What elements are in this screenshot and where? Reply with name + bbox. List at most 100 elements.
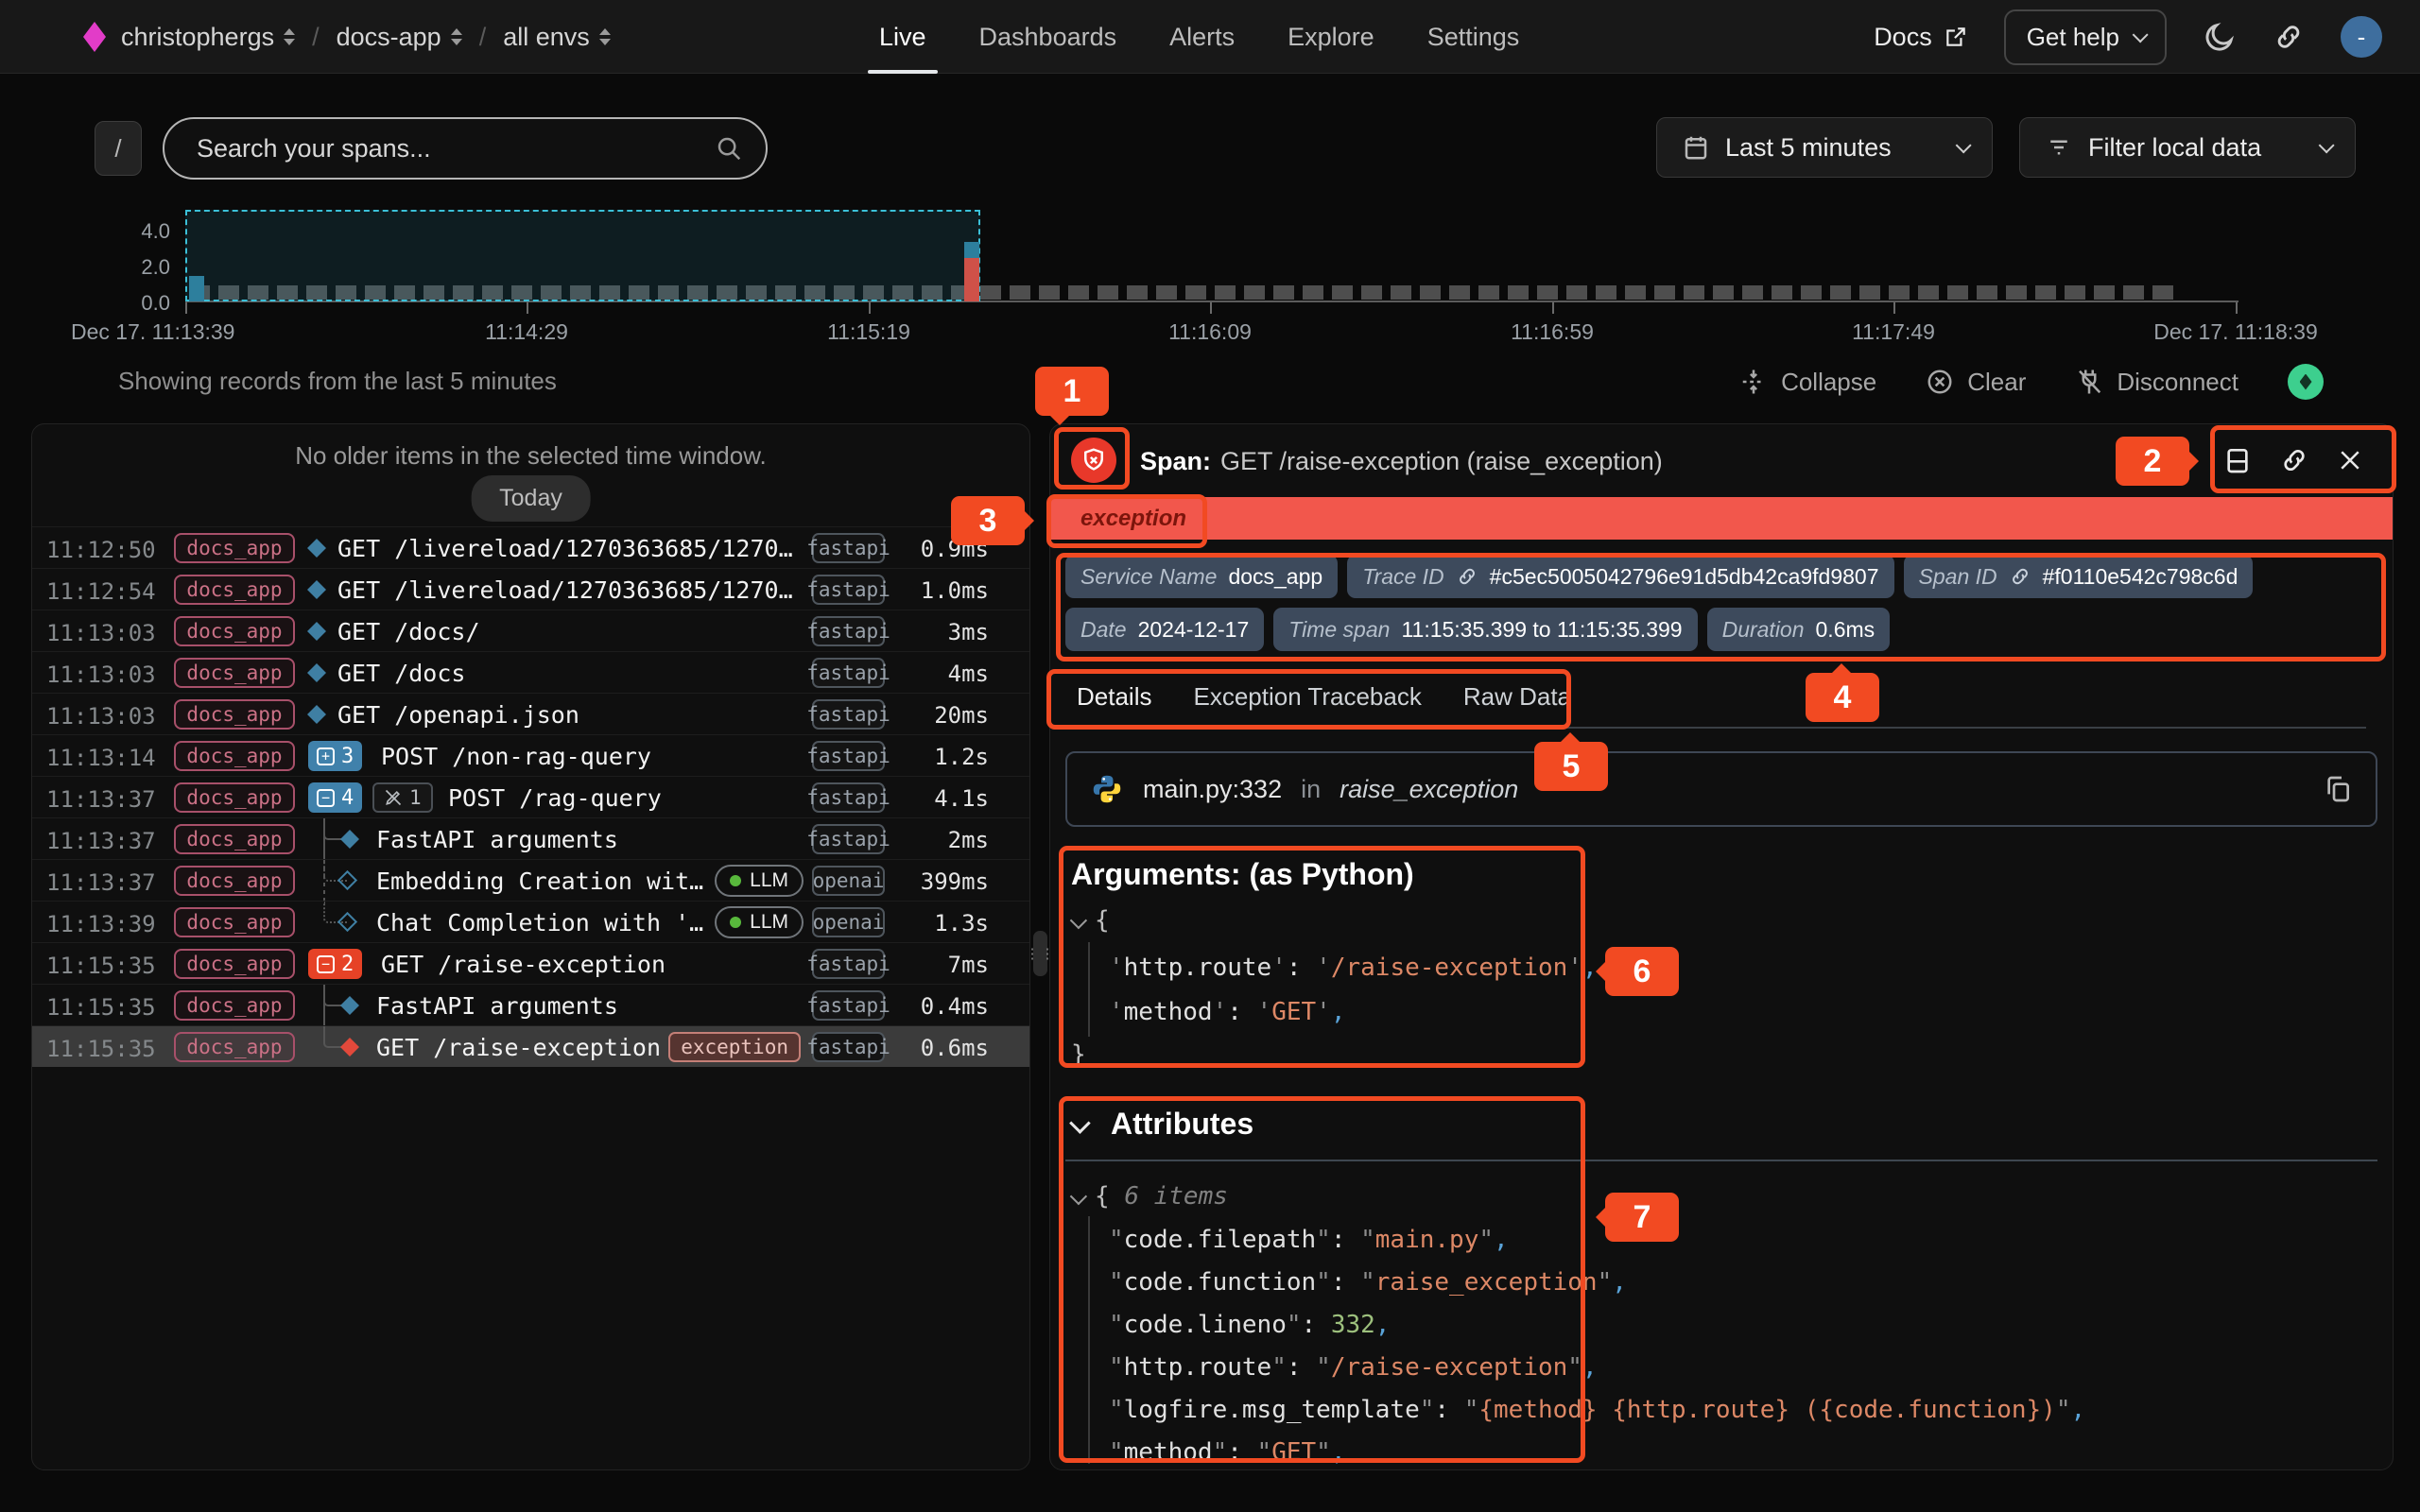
logfire-logo[interactable] [83, 22, 106, 52]
time-selection-window[interactable] [185, 210, 980, 301]
filter-label: Filter local data [2088, 133, 2261, 163]
no-older-items-text: No older items in the selected time wind… [32, 441, 1029, 471]
list-item[interactable]: 11:15:35docs_app−2GET /raise-exceptionfa… [32, 942, 1029, 984]
share-link-button[interactable] [2273, 21, 2305, 53]
exception-banner: exception [1050, 497, 2393, 540]
tab-details[interactable]: Details [1077, 670, 1151, 727]
meta-value: 0.6ms [1816, 617, 1876, 643]
theme-toggle-button[interactable] [2203, 20, 2237, 54]
env-selector[interactable]: all envs [503, 23, 611, 52]
framework-badge: fastapi [812, 1032, 885, 1062]
spans-list-panel: No older items in the selected time wind… [31, 423, 1030, 1470]
service-badge: docs_app [174, 907, 295, 937]
chevron-down-icon [2133, 26, 2149, 43]
collapse-count-badge[interactable]: −4 [308, 782, 362, 813]
list-item[interactable]: 11:15:35docs_appFastAPI argumentsfastapi… [32, 984, 1029, 1025]
code-token: " [1316, 1268, 1331, 1297]
code-token: ' [1316, 954, 1331, 982]
args-close-brace: } [1071, 1040, 1086, 1069]
span-duration: 399ms [921, 868, 989, 895]
expand-count-badge[interactable]: +3 [308, 741, 362, 771]
list-item[interactable]: 11:13:37docs_app−41POST /rag-queryfastap… [32, 776, 1029, 817]
code-token: " [1598, 1268, 1613, 1297]
get-help-label: Get help [2027, 23, 2119, 52]
attributes-heading[interactable]: Attributes [1071, 1107, 1253, 1142]
list-item[interactable]: 11:12:54docs_appGET /livereload/12703636… [32, 568, 1029, 610]
annotation-marker-3: 3 [951, 496, 1025, 545]
row-timestamp: 11:15:35 [46, 994, 156, 1021]
get-help-button[interactable]: Get help [2004, 9, 2167, 65]
bar-blue [189, 276, 204, 301]
tab-live[interactable]: Live [879, 0, 926, 74]
project-selector[interactable]: docs-app [337, 23, 462, 52]
code-token: , [2071, 1396, 2086, 1424]
tab-explore[interactable]: Explore [1288, 0, 1374, 74]
copy-link-button[interactable] [2279, 445, 2309, 475]
meta-label: Time span [1288, 617, 1390, 643]
close-panel-button[interactable] [2336, 446, 2364, 474]
filter-button[interactable]: Filter local data [2019, 117, 2356, 178]
code-token: " [1420, 1396, 1435, 1424]
span-metadata-pills: Service Namedocs_appTrace ID#c5ec5005042… [1065, 555, 2377, 651]
code-token: " [1257, 1438, 1272, 1467]
tab-dashboards[interactable]: Dashboards [979, 0, 1117, 74]
meta-label: Span ID [1919, 564, 1997, 590]
list-item[interactable]: 11:13:03docs_appGET /docsfastapi4ms [32, 651, 1029, 693]
time-range-button[interactable]: Last 5 minutes [1656, 117, 1993, 178]
code-token: : [1287, 954, 1316, 982]
meta-pill-span-id[interactable]: Span ID#f0110e542c798c6d [1904, 555, 2254, 598]
x-axis-label: 11:17:49 [1852, 319, 1935, 345]
list-item[interactable]: 11:13:14docs_app+3POST /non-rag-queryfas… [32, 734, 1029, 776]
code-in-word: in [1301, 775, 1321, 804]
list-item[interactable]: 11:13:03docs_appGET /openapi.jsonfastapi… [32, 693, 1029, 734]
list-item[interactable]: 11:13:39docs_appChat Completion with '…L… [32, 901, 1029, 942]
updown-icon [451, 28, 462, 45]
meta-pill-trace-id[interactable]: Trace ID#c5ec5005042796e91d5db42ca9fd980… [1347, 555, 1893, 598]
code-guide-line [1088, 1216, 1090, 1464]
detail-tabs: Details Exception Traceback Raw Data [1077, 670, 2366, 729]
row-timestamp: 11:13:03 [46, 620, 156, 646]
spans-timeline-chart[interactable]: 4.02.00.0Dec 17. 11:13:3911:14:2911:15:1… [0, 200, 2420, 352]
list-item[interactable]: 11:13:03docs_appGET /docs/fastapi3ms [32, 610, 1029, 651]
python-icon [1090, 772, 1124, 806]
panel-resize-handle[interactable]: ⋮⋮ [1033, 931, 1047, 976]
dock-panel-button[interactable] [2222, 445, 2253, 475]
span-kind-icon [307, 580, 326, 599]
service-badge: docs_app [174, 866, 295, 896]
x-axis-tick [1210, 302, 1212, 314]
span-name: POST /rag-query [448, 784, 662, 812]
copy-code-location-button[interactable] [2323, 774, 2353, 804]
x-axis-tick [1552, 302, 1554, 314]
tab-settings[interactable]: Settings [1427, 0, 1520, 74]
list-item[interactable]: 11:15:35docs_appGET /raise-exception …ex… [32, 1025, 1029, 1067]
pending-edit-badge: 1 [372, 782, 433, 813]
disconnect-button[interactable]: Disconnect [2075, 368, 2238, 397]
attrs-entry: "code.filepath": "main.py", [1109, 1226, 1509, 1254]
span-name: FastAPI arguments [376, 826, 618, 853]
collapse-count-badge[interactable]: −2 [308, 949, 362, 979]
tab-raw-data[interactable]: Raw Data [1463, 670, 1571, 727]
org-selector[interactable]: christophergs [121, 23, 295, 52]
search-input[interactable] [164, 134, 715, 163]
list-item[interactable]: 11:13:37docs_appEmbedding Creation wit…L… [32, 859, 1029, 901]
tab-exception-traceback[interactable]: Exception Traceback [1193, 670, 1421, 727]
code-token: main.py [1375, 1226, 1479, 1254]
list-item[interactable]: 11:12:50docs_appGET /livereload/12703636… [32, 526, 1029, 568]
records-bar: Showing records from the last 5 minutes … [0, 352, 2420, 412]
docs-link[interactable]: Docs [1874, 23, 1968, 52]
x-axis-tick [1893, 302, 1895, 314]
row-timestamp: 11:15:35 [46, 953, 156, 979]
span-kind-icon [307, 539, 326, 558]
code-token: 6 items [1124, 1182, 1228, 1211]
list-item[interactable]: 11:13:37docs_appFastAPI argumentsfastapi… [32, 817, 1029, 859]
tab-alerts[interactable]: Alerts [1169, 0, 1235, 74]
today-button[interactable]: Today [471, 475, 591, 522]
collapse-button[interactable]: Collapse [1739, 368, 1876, 397]
span-title-text: GET /raise-exception (raise_exception) [1220, 447, 1663, 475]
x-axis-tick [185, 302, 187, 314]
avatar[interactable]: - [2341, 16, 2382, 58]
framework-badge: openai [812, 866, 885, 896]
meta-label: Duration [1722, 617, 1805, 643]
span-duration: 4ms [948, 661, 989, 687]
clear-button[interactable]: Clear [1926, 368, 2026, 397]
